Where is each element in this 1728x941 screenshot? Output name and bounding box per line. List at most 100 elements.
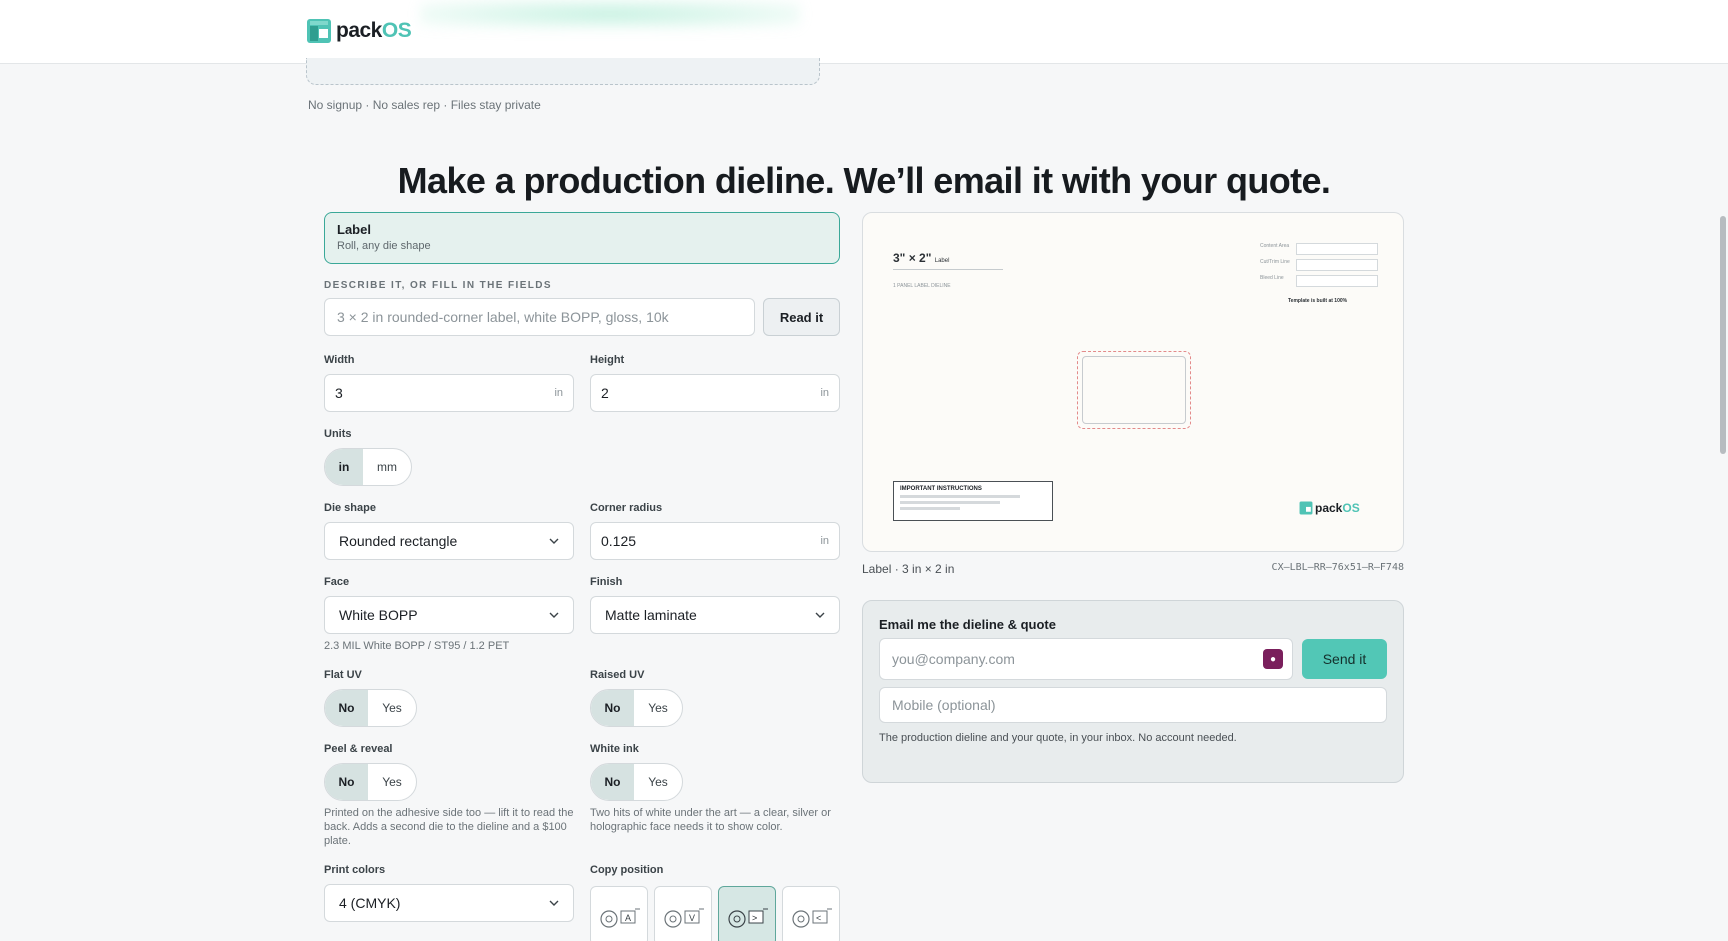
peel-reveal-label: Peel & reveal xyxy=(324,743,393,755)
finish-label: Finish xyxy=(590,576,623,588)
instructions-text-line xyxy=(900,495,1020,498)
roll-copy-position-icon: A xyxy=(600,908,640,928)
flat-uv-option-yes[interactable]: Yes xyxy=(368,690,416,726)
read-it-button[interactable]: Read it xyxy=(763,298,840,336)
upload-dropzone[interactable] xyxy=(306,58,820,85)
face-value: White BOPP xyxy=(339,607,418,623)
white-ink-hint: Two hits of white under the art — a clea… xyxy=(590,807,831,833)
white-ink-option-yes[interactable]: Yes xyxy=(634,764,682,800)
email-card-note: The production dieline and your quote, i… xyxy=(879,732,1237,744)
svg-text:>: > xyxy=(752,913,757,923)
roll-copy-position-icon: < xyxy=(792,908,832,928)
instructions-title: IMPORTANT INSTRUCTIONS xyxy=(900,486,982,492)
copy-position-option-4[interactable]: < xyxy=(782,886,840,941)
white-ink-option-no[interactable]: No xyxy=(591,764,634,800)
password-manager-icon[interactable]: ● xyxy=(1263,649,1283,669)
product-type-subtitle: Roll, any die shape xyxy=(337,240,431,252)
corner-radius-unit: in xyxy=(820,535,829,547)
describe-section-label: DESCRIBE IT, OR FILL IN THE FIELDS xyxy=(324,280,552,291)
chevron-down-icon xyxy=(549,612,559,618)
face-label: Face xyxy=(324,576,350,588)
raised-uv-option-no[interactable]: No xyxy=(591,690,634,726)
print-colors-value: 4 (CMYK) xyxy=(339,895,401,911)
preview-spec-code: CX–LBL–RR–76x51–R–F748 xyxy=(1271,562,1404,573)
instructions-text-line xyxy=(900,501,1000,504)
preview-divider xyxy=(893,269,1003,270)
width-label: Width xyxy=(324,354,355,366)
raised-uv-toggle: No Yes xyxy=(590,689,683,727)
upload-note: No signup · No sales rep · Files stay pr… xyxy=(308,98,541,112)
dieline-shape xyxy=(1077,351,1191,429)
chevron-down-icon xyxy=(815,612,825,618)
white-ink-label: White ink xyxy=(590,743,639,755)
roll-copy-position-icon: > xyxy=(728,908,768,928)
height-unit: in xyxy=(820,387,829,399)
preview-built-note: Template is built at 100% xyxy=(1288,298,1348,304)
copy-position-label: Copy position xyxy=(590,864,664,876)
raised-uv-option-yes[interactable]: Yes xyxy=(634,690,682,726)
legend-row: Content Area xyxy=(1260,243,1378,255)
email-input[interactable] xyxy=(879,638,1293,680)
peel-reveal-option-no[interactable]: No xyxy=(325,764,368,800)
copy-position-option-3[interactable]: > xyxy=(718,886,776,941)
scrollbar-thumb[interactable] xyxy=(1720,216,1726,454)
box-logo-icon xyxy=(1299,501,1313,515)
peel-reveal-toggle: No Yes xyxy=(324,763,417,801)
brand-name: packOS xyxy=(336,19,412,42)
face-select[interactable]: White BOPP xyxy=(324,596,574,634)
flat-uv-toggle: No Yes xyxy=(324,689,417,727)
height-label: Height xyxy=(590,354,625,366)
units-toggle: in mm xyxy=(324,448,412,486)
box-logo-icon xyxy=(307,19,331,43)
flat-uv-option-no[interactable]: No xyxy=(325,690,368,726)
peel-reveal-option-yes[interactable]: Yes xyxy=(368,764,416,800)
die-shape-value: Rounded rectangle xyxy=(339,533,458,549)
chevron-down-icon xyxy=(549,900,559,906)
email-card-title: Email me the dieline & quote xyxy=(879,617,1056,632)
preview-dimension-title: 3" × 2" Label xyxy=(893,251,950,265)
print-colors-label: Print colors xyxy=(324,864,386,876)
chevron-down-icon xyxy=(549,538,559,544)
preview-instructions-box: IMPORTANT INSTRUCTIONS xyxy=(893,481,1053,521)
preview-subtitle: 1 PANEL LABEL DIELINE xyxy=(893,283,951,289)
send-it-button[interactable]: Send it xyxy=(1302,639,1387,679)
raised-uv-label: Raised UV xyxy=(590,669,645,681)
units-label: Units xyxy=(324,428,352,440)
page-title: Make a production dieline. We’ll email i… xyxy=(397,160,1331,201)
height-input[interactable]: 2 in xyxy=(590,374,840,412)
die-shape-select[interactable]: Rounded rectangle xyxy=(324,522,574,560)
flat-uv-label: Flat UV xyxy=(324,669,362,681)
print-colors-select[interactable]: 4 (CMYK) xyxy=(324,884,574,922)
trim-line xyxy=(1082,356,1186,424)
corner-radius-input[interactable]: 0.125 in xyxy=(590,522,840,560)
svg-text:V: V xyxy=(689,913,695,923)
email-quote-card: Email me the dieline & quote ● Send it T… xyxy=(862,600,1404,783)
face-hint: 2.3 MIL White BOPP / ST95 / 1.2 PET xyxy=(324,640,510,652)
legend-row: Bleed Line xyxy=(1260,275,1378,287)
describe-input[interactable] xyxy=(324,298,755,336)
upload-glow xyxy=(420,0,800,28)
peel-reveal-hint: Printed on the adhesive side too — lift … xyxy=(324,807,574,847)
height-value: 2 xyxy=(601,385,609,401)
preview-caption: Label · 3 in × 2 in xyxy=(862,562,955,576)
preview-legend: Content Area Cut/Trim Line Bleed Line xyxy=(1260,243,1378,291)
top-bar: packOS xyxy=(0,0,1728,64)
instructions-text-line xyxy=(900,507,960,510)
width-unit: in xyxy=(554,387,563,399)
width-value: 3 xyxy=(335,385,343,401)
copy-position-option-1[interactable]: A xyxy=(590,886,648,941)
mobile-input[interactable] xyxy=(879,687,1387,723)
product-type-label-card[interactable]: Label Roll, any die shape xyxy=(324,212,840,264)
die-shape-label: Die shape xyxy=(324,502,376,514)
svg-text:<: < xyxy=(816,913,821,923)
units-option-in[interactable]: in xyxy=(325,449,363,485)
units-option-mm[interactable]: mm xyxy=(363,449,411,485)
finish-select[interactable]: Matte laminate xyxy=(590,596,840,634)
brand-logo[interactable]: packOS xyxy=(306,18,412,44)
finish-value: Matte laminate xyxy=(605,607,697,623)
legend-row: Cut/Trim Line xyxy=(1260,259,1378,271)
corner-radius-label: Corner radius xyxy=(590,502,663,514)
copy-position-option-2[interactable]: V xyxy=(654,886,712,941)
white-ink-toggle: No Yes xyxy=(590,763,683,801)
width-input[interactable]: 3 in xyxy=(324,374,574,412)
